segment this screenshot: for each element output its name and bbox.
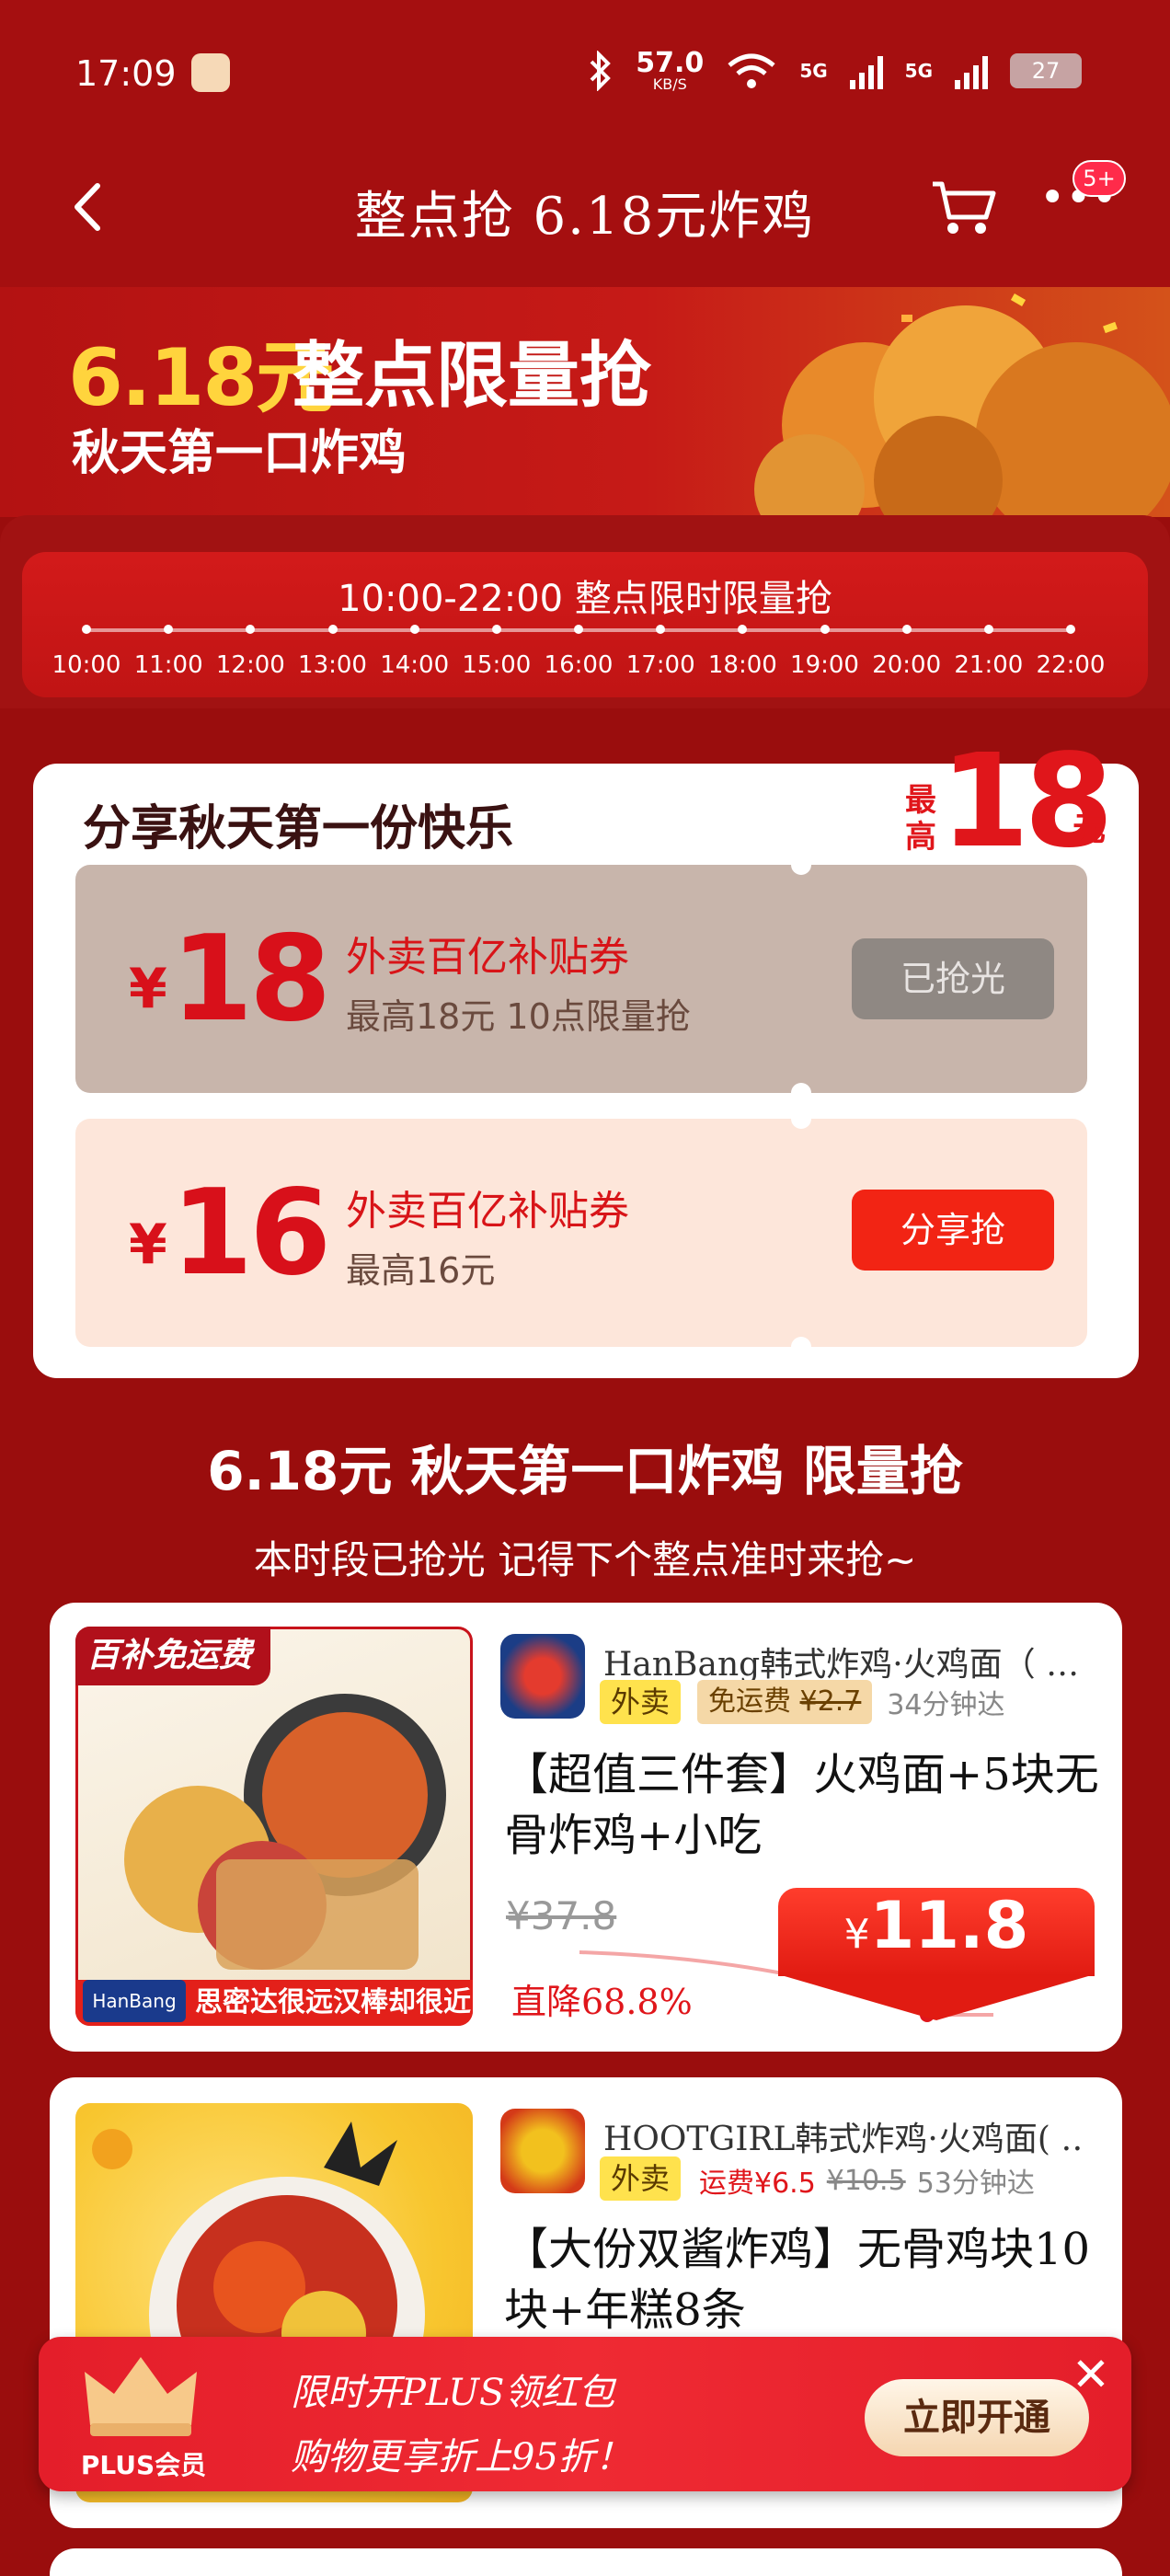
- timeline-tick-dot: [409, 625, 419, 634]
- signal2-label: 5G: [904, 60, 933, 82]
- wifi-icon: [728, 53, 775, 88]
- timeline-tick-label[interactable]: 16:00: [533, 651, 625, 679]
- notification-badge: 5+: [1072, 160, 1126, 197]
- app-notification-icon: [191, 53, 230, 92]
- timeline-tick-label[interactable]: 12:00: [204, 651, 296, 679]
- sale-price: 11.8: [869, 1888, 1029, 1963]
- timeline-tick-dot: [82, 625, 91, 634]
- signal-icon: [849, 52, 883, 89]
- hero-subline: 秋天第一口炸鸡: [72, 426, 407, 481]
- price-yen: ¥: [843, 1911, 870, 1958]
- timeline-tick-label[interactable]: 11:00: [122, 651, 214, 679]
- coupon-heading: 分享秋天第一份快乐: [83, 801, 514, 857]
- cart-icon[interactable]: [929, 175, 999, 239]
- image-brand-logo: HanBang: [83, 1980, 186, 2022]
- timeline-tick-label[interactable]: 15:00: [451, 651, 543, 679]
- timeline-tick-label[interactable]: 13:00: [287, 651, 379, 679]
- timeline-tick-dot: [1066, 625, 1075, 634]
- coupon-yen: ¥: [129, 1213, 167, 1277]
- shop-logo: [500, 1634, 585, 1719]
- timeline-tick-dot: [820, 625, 830, 634]
- shop-name[interactable]: HOOTGIRL韩式炸鸡·火鸡面( …: [603, 2112, 1082, 2160]
- delivery-channel-chip: 外卖: [600, 2156, 682, 2201]
- fried-chicken-image: [754, 293, 1170, 517]
- net-speed-unit: KB/S: [652, 75, 687, 93]
- timeline-tick-label[interactable]: 10:00: [40, 651, 132, 679]
- shop-logo: [500, 2109, 585, 2193]
- fee-original: ¥2.7: [799, 1685, 862, 1718]
- coupon-title: 外卖百亿补贴券: [346, 1188, 629, 1235]
- original-price: ¥37.8: [506, 1893, 617, 1938]
- eta: 53分钟达: [916, 2168, 1035, 2200]
- coupon-amount: 18: [171, 911, 331, 1048]
- bluetooth-icon: [590, 51, 612, 91]
- section-title: 6.18元 秋天第一口炸鸡 限量抢: [207, 1440, 963, 1502]
- coupon-desc: 最高18元 10点限量抢: [346, 996, 691, 1037]
- timeline-tick-label[interactable]: 18:00: [696, 651, 788, 679]
- product-image[interactable]: [75, 1627, 473, 2026]
- net-speed-value: 57.0: [636, 47, 705, 79]
- drop-rate: 直降68.8%: [511, 1982, 693, 2022]
- timeline-title: 10:00-22:00 整点限时限量抢: [338, 578, 832, 620]
- product-title[interactable]: 【大份双酱炸鸡】无骨鸡块10块+年糕8条: [504, 2219, 1111, 2340]
- timeline-tick-dot: [327, 625, 338, 634]
- timeline-tick-label[interactable]: 17:00: [614, 651, 706, 679]
- next-product-card: [50, 2548, 1122, 2576]
- timeline-tick-label[interactable]: 14:00: [369, 651, 461, 679]
- eta: 34分钟达: [887, 1689, 1005, 1721]
- timeline-tick-label[interactable]: 19:00: [779, 651, 871, 679]
- max-label: 最高: [905, 782, 936, 856]
- product-title[interactable]: 【超值三件套】火鸡面+5块无骨炸鸡+小吃: [504, 1744, 1111, 1866]
- max-unit: 元: [1072, 811, 1107, 848]
- coupon-yen: ¥: [129, 957, 167, 1021]
- delivery-meta: 免运费 ¥2.7 34分钟达: [697, 1680, 1005, 1724]
- signal1-label: 5G: [799, 60, 828, 82]
- status-time: 17:09: [75, 53, 177, 94]
- close-icon[interactable]: ✕: [1067, 2352, 1115, 2399]
- plus-promo-line2: 购物更享折上95折！: [291, 2436, 632, 2478]
- status-icons: 57.0 KB/S 5G 5G 27: [586, 50, 1082, 92]
- timeline-tick-dot: [901, 625, 912, 634]
- sold-out-button[interactable]: 已抢光: [852, 938, 1054, 1019]
- hero-headline: 整点限量抢: [292, 335, 652, 418]
- coupon-title: 外卖百亿补贴券: [346, 934, 629, 981]
- crown-icon: [85, 2357, 197, 2436]
- coupon-notch: [791, 1109, 811, 1129]
- timeline-tick-dot: [491, 625, 501, 634]
- timeline-tick-dot: [574, 625, 583, 634]
- price-tag-arrow: [778, 1974, 1095, 2020]
- coupon-notch: [791, 855, 811, 875]
- shop-name[interactable]: HanBang韩式炸鸡·火鸡面（ …: [603, 1638, 1082, 1685]
- timeline-tick-label[interactable]: 21:00: [943, 651, 1035, 679]
- plus-label: PLUS会员: [80, 2450, 207, 2480]
- free-fee-chip: 免运费 ¥2.7: [697, 1680, 873, 1724]
- fee-label: 运费¥6.5: [699, 2168, 816, 2200]
- sale-price-tag[interactable]: ¥11.8: [778, 1888, 1095, 1976]
- delivery-channel-chip: 外卖: [600, 1680, 682, 1724]
- timeline-tick-dot: [983, 625, 993, 634]
- share-grab-button[interactable]: 分享抢: [852, 1190, 1054, 1271]
- open-plus-button[interactable]: 立即开通: [865, 2379, 1089, 2456]
- battery-icon: 27: [1010, 53, 1082, 88]
- delivery-meta: 运费¥6.5 ¥10.5 53分钟达: [699, 2160, 1035, 2201]
- signal-icon: [955, 52, 988, 89]
- coupon-notch: [791, 1337, 811, 1357]
- timeline-tick-label[interactable]: 22:00: [1025, 651, 1117, 679]
- free-delivery-tag: 百补免运费: [75, 1627, 270, 1685]
- net-speed: 57.0 KB/S: [636, 50, 704, 92]
- noodle-chicken-image: [124, 1694, 446, 1970]
- fee-label: 免运费: [708, 1685, 791, 1718]
- timeline-tick-label[interactable]: 20:00: [861, 651, 953, 679]
- section-subtitle: 本时段已抢光 记得下个整点准时来抢~: [253, 1537, 917, 1582]
- coupon-amount: 16: [171, 1165, 331, 1302]
- coupon-desc: 最高16元: [346, 1250, 496, 1291]
- coupon-notch: [791, 1083, 811, 1103]
- plus-promo-line1: 限时开PLUS领红包: [291, 2372, 615, 2414]
- fee-original: ¥10.5: [826, 2164, 906, 2197]
